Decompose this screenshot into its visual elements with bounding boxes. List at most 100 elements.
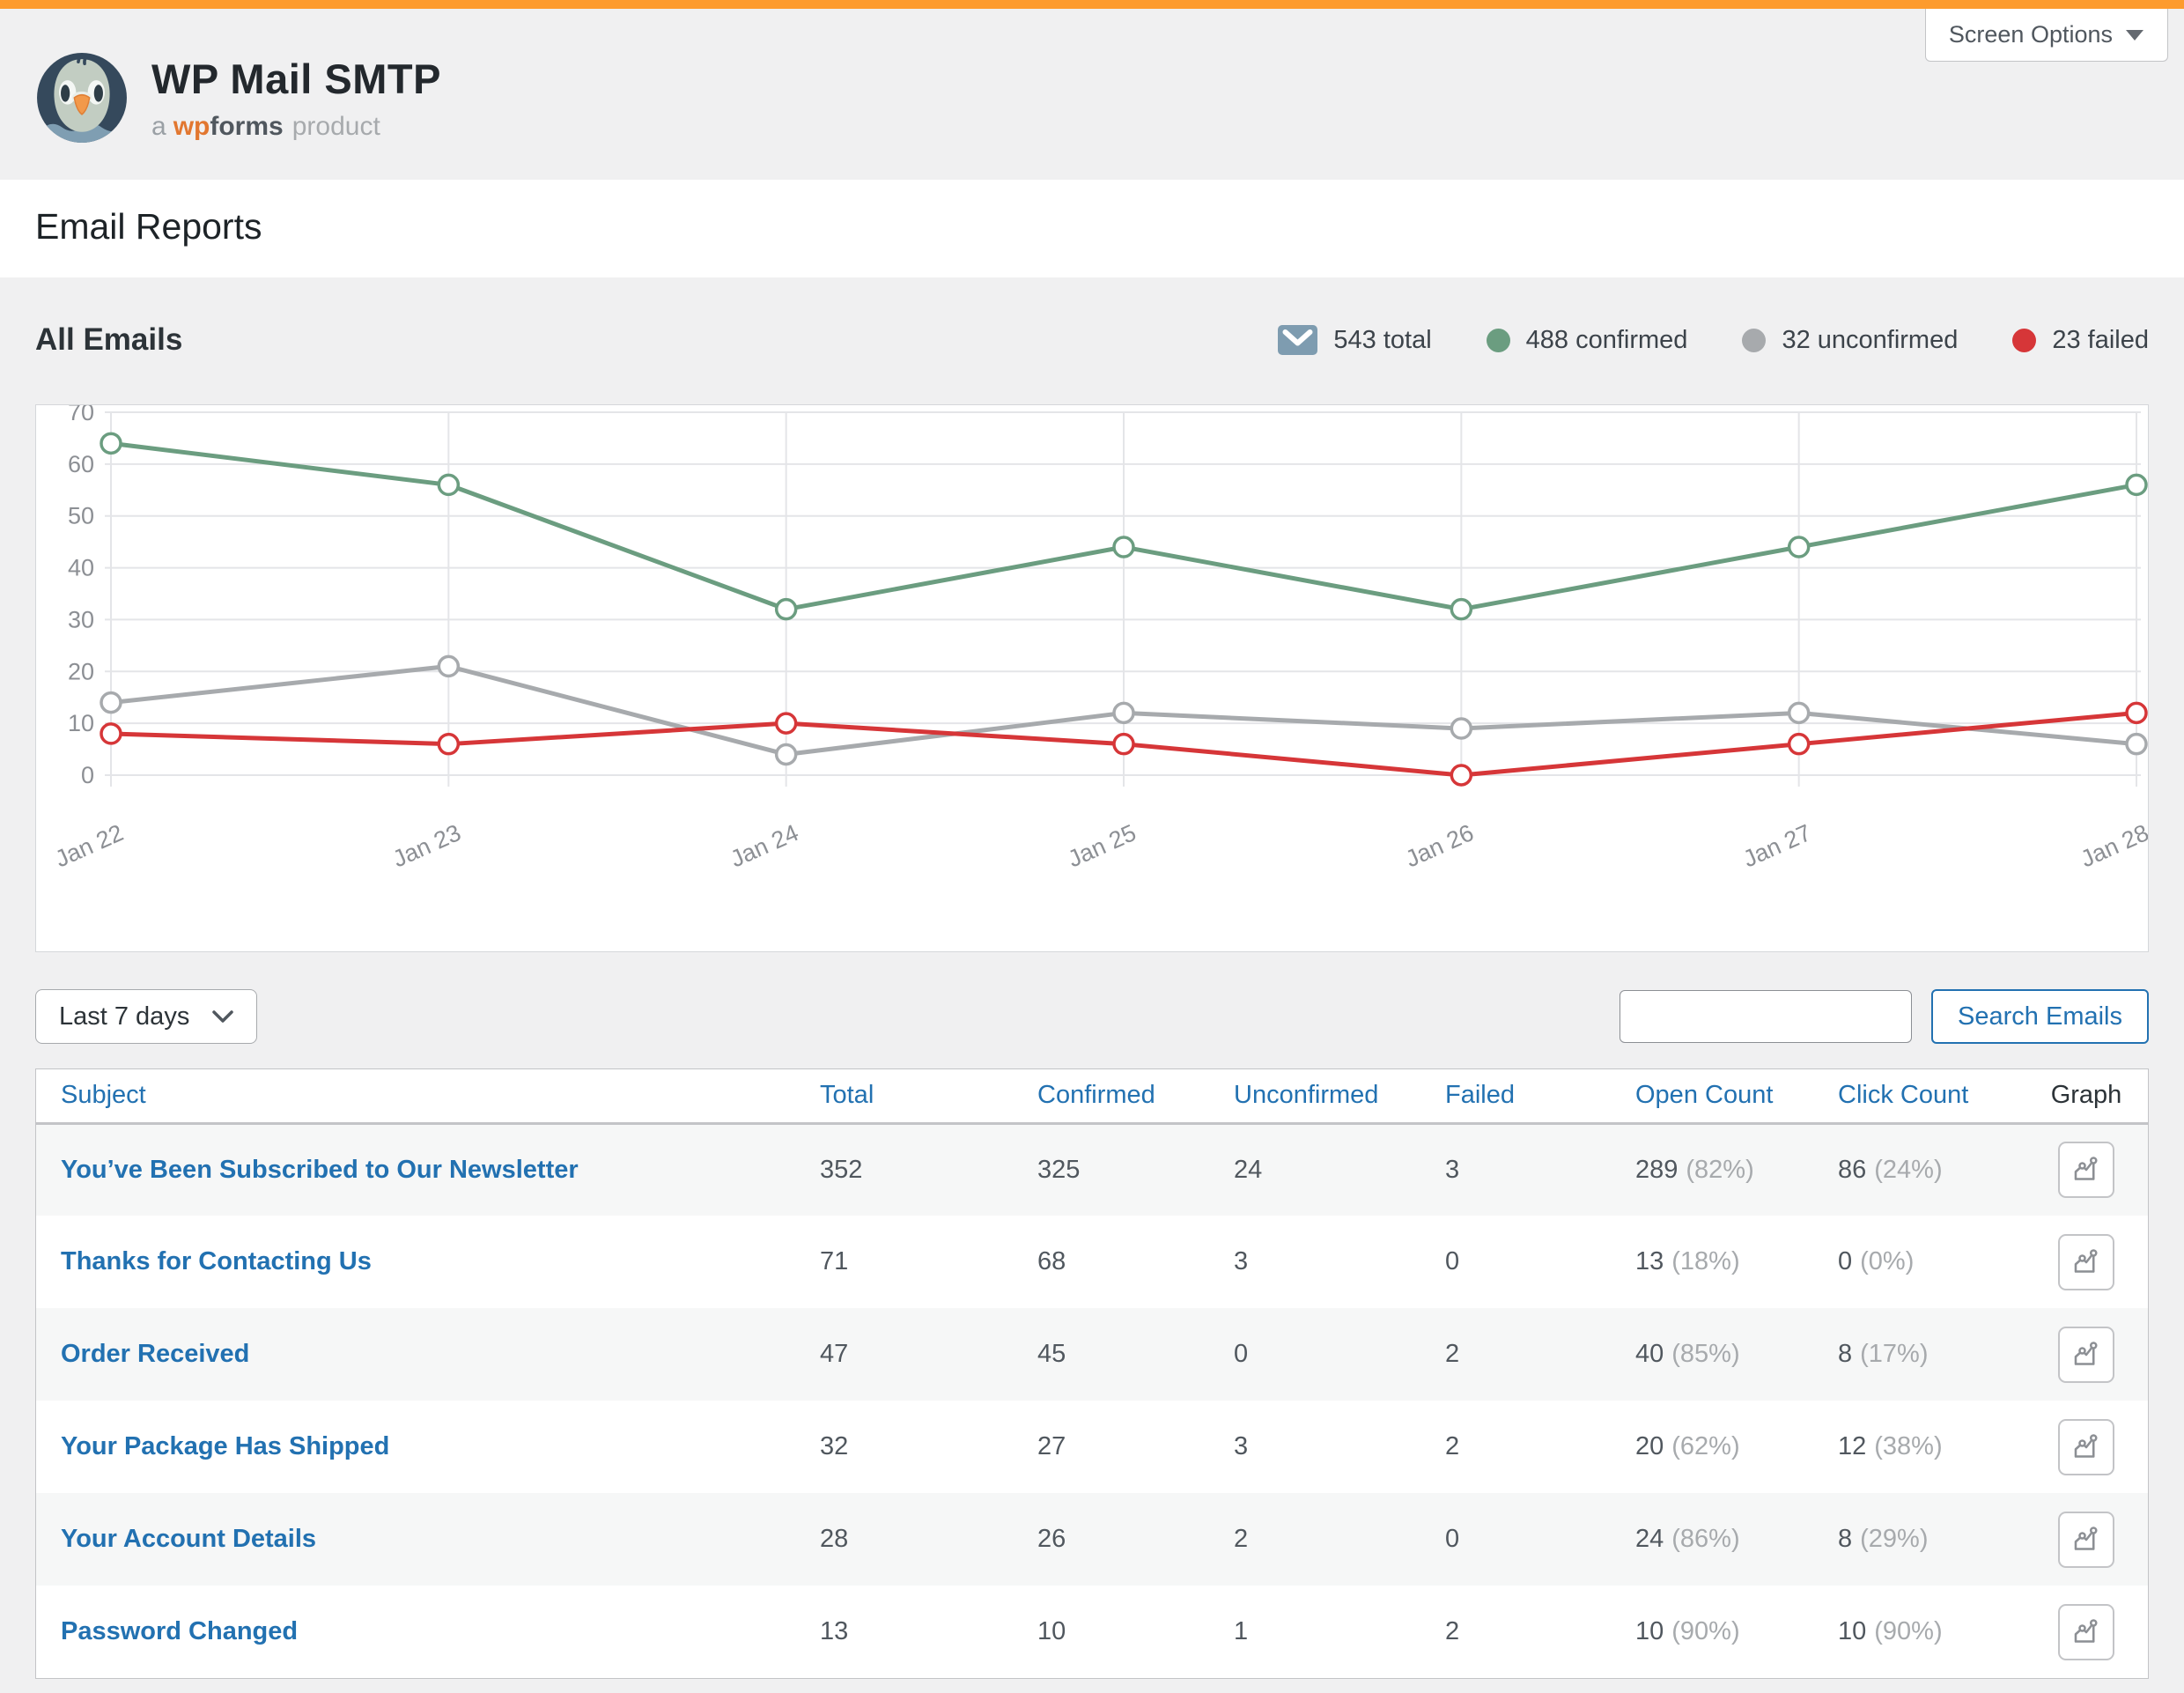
subject-link[interactable]: Your Account Details (61, 1525, 316, 1553)
cell-failed: 2 (1445, 1401, 1635, 1493)
cell-unconfirmed: 0 (1234, 1308, 1445, 1401)
screen-options-label: Screen Options (1949, 21, 2113, 48)
cell-subject: Order Received (36, 1308, 820, 1401)
table-row: You’ve Been Subscribed to Our Newsletter… (36, 1123, 2148, 1216)
legend-item: 543 total (1278, 325, 1431, 355)
legend-dot-icon (2012, 329, 2036, 352)
mini-chart-icon (2070, 1246, 2102, 1278)
subject-link[interactable]: Thanks for Contacting Us (61, 1247, 372, 1275)
cell-graph (2025, 1401, 2148, 1493)
svg-text:30: 30 (68, 606, 94, 632)
chart-legend: 543 total 488 confirmed 32 unconfirmed 23 f… (1278, 325, 2149, 355)
cell-open-count: 10(90%) (1635, 1586, 1838, 1678)
svg-text:Jan 25: Jan 25 (1064, 819, 1140, 872)
row-graph-button[interactable] (2058, 1419, 2114, 1475)
legend-label: 23 failed (2052, 326, 2149, 355)
email-reports-table: SubjectTotalConfirmedUnconfirmedFailedOp… (36, 1069, 2148, 1678)
cell-total: 13 (820, 1586, 1037, 1678)
cell-total: 352 (820, 1123, 1037, 1216)
svg-text:20: 20 (68, 658, 94, 684)
cell-confirmed: 45 (1037, 1308, 1234, 1401)
row-graph-button[interactable] (2058, 1142, 2114, 1198)
cell-failed: 0 (1445, 1216, 1635, 1308)
wp-mail-smtp-logo (35, 51, 129, 144)
svg-text:0: 0 (81, 762, 94, 788)
legend-label: 32 unconfirmed (1782, 326, 1958, 355)
cell-subject: You’ve Been Subscribed to Our Newsletter (36, 1123, 820, 1216)
column-header-open-count[interactable]: Open Count (1635, 1069, 1838, 1123)
row-graph-button[interactable] (2058, 1512, 2114, 1568)
cell-unconfirmed: 2 (1234, 1493, 1445, 1586)
cell-unconfirmed: 3 (1234, 1216, 1445, 1308)
cell-graph (2025, 1123, 2148, 1216)
cell-subject: Thanks for Contacting Us (36, 1216, 820, 1308)
cell-failed: 2 (1445, 1308, 1635, 1401)
tagline-prefix: a (151, 112, 166, 141)
date-range-select[interactable]: Last 7 days (35, 989, 257, 1044)
date-range-value: Last 7 days (59, 1002, 189, 1031)
mini-chart-icon (2070, 1154, 2102, 1186)
page-title-band: Email Reports (0, 180, 2184, 277)
row-graph-button[interactable] (2058, 1604, 2114, 1660)
page-title: Email Reports (35, 206, 2149, 248)
cell-failed: 0 (1445, 1493, 1635, 1586)
svg-text:Jan 22: Jan 22 (51, 819, 127, 872)
subject-link[interactable]: You’ve Been Subscribed to Our Newsletter (61, 1156, 579, 1184)
legend-label: 543 total (1333, 326, 1431, 355)
cell-subject: Your Package Has Shipped (36, 1401, 820, 1493)
row-graph-button[interactable] (2058, 1327, 2114, 1383)
cell-click-count: 8(29%) (1838, 1493, 2025, 1586)
table-header-row: SubjectTotalConfirmedUnconfirmedFailedOp… (36, 1069, 2148, 1123)
cell-graph (2025, 1308, 2148, 1401)
cell-subject: Password Changed (36, 1586, 820, 1678)
column-header-click-count[interactable]: Click Count (1838, 1069, 2025, 1123)
subject-link[interactable]: Your Package Has Shipped (61, 1432, 389, 1460)
cell-open-count: 289(82%) (1635, 1123, 1838, 1216)
cell-click-count: 0(0%) (1838, 1216, 2025, 1308)
column-header-failed[interactable]: Failed (1445, 1069, 1635, 1123)
svg-text:Jan 23: Jan 23 (389, 819, 465, 872)
cell-unconfirmed: 3 (1234, 1401, 1445, 1493)
cell-click-count: 86(24%) (1838, 1123, 2025, 1216)
cell-failed: 3 (1445, 1123, 1635, 1216)
cell-graph (2025, 1493, 2148, 1586)
cell-graph (2025, 1586, 2148, 1678)
email-reports-table-card: SubjectTotalConfirmedUnconfirmedFailedOp… (35, 1068, 2149, 1679)
cell-confirmed: 68 (1037, 1216, 1234, 1308)
column-header-total[interactable]: Total (820, 1069, 1037, 1123)
app-title: WP Mail SMTP (151, 55, 441, 103)
column-header-confirmed[interactable]: Confirmed (1037, 1069, 1234, 1123)
screen-options-button[interactable]: Screen Options (1925, 9, 2168, 62)
top-accent-bar (0, 0, 2184, 9)
mini-chart-icon (2070, 1524, 2102, 1556)
cell-confirmed: 26 (1037, 1493, 1234, 1586)
legend-dot-icon (1742, 329, 1766, 352)
svg-text:60: 60 (68, 451, 94, 477)
column-header-unconfirmed[interactable]: Unconfirmed (1234, 1069, 1445, 1123)
legend-item: 488 confirmed (1487, 326, 1688, 355)
cell-open-count: 20(62%) (1635, 1401, 1838, 1493)
cell-click-count: 10(90%) (1838, 1586, 2025, 1678)
search-input[interactable] (1620, 990, 1912, 1043)
subject-link[interactable]: Password Changed (61, 1617, 298, 1645)
cell-unconfirmed: 24 (1234, 1123, 1445, 1216)
mini-chart-icon (2070, 1431, 2102, 1463)
legend-item: 23 failed (2012, 326, 2149, 355)
cell-failed: 2 (1445, 1586, 1635, 1678)
subject-link[interactable]: Order Received (61, 1340, 249, 1368)
table-row: Order Received47450240(85%)8(17%) (36, 1308, 2148, 1401)
cell-subject: Your Account Details (36, 1493, 820, 1586)
cell-total: 47 (820, 1308, 1037, 1401)
cell-total: 32 (820, 1401, 1037, 1493)
mini-chart-icon (2070, 1339, 2102, 1371)
cell-graph (2025, 1216, 2148, 1308)
mini-chart-icon (2070, 1616, 2102, 1648)
cell-confirmed: 325 (1037, 1123, 1234, 1216)
row-graph-button[interactable] (2058, 1234, 2114, 1290)
svg-text:50: 50 (68, 503, 94, 529)
cell-open-count: 24(86%) (1635, 1493, 1838, 1586)
svg-text:40: 40 (68, 555, 94, 581)
legend-item: 32 unconfirmed (1742, 326, 1958, 355)
search-emails-button[interactable]: Search Emails (1931, 989, 2149, 1044)
column-header-subject[interactable]: Subject (36, 1069, 820, 1123)
